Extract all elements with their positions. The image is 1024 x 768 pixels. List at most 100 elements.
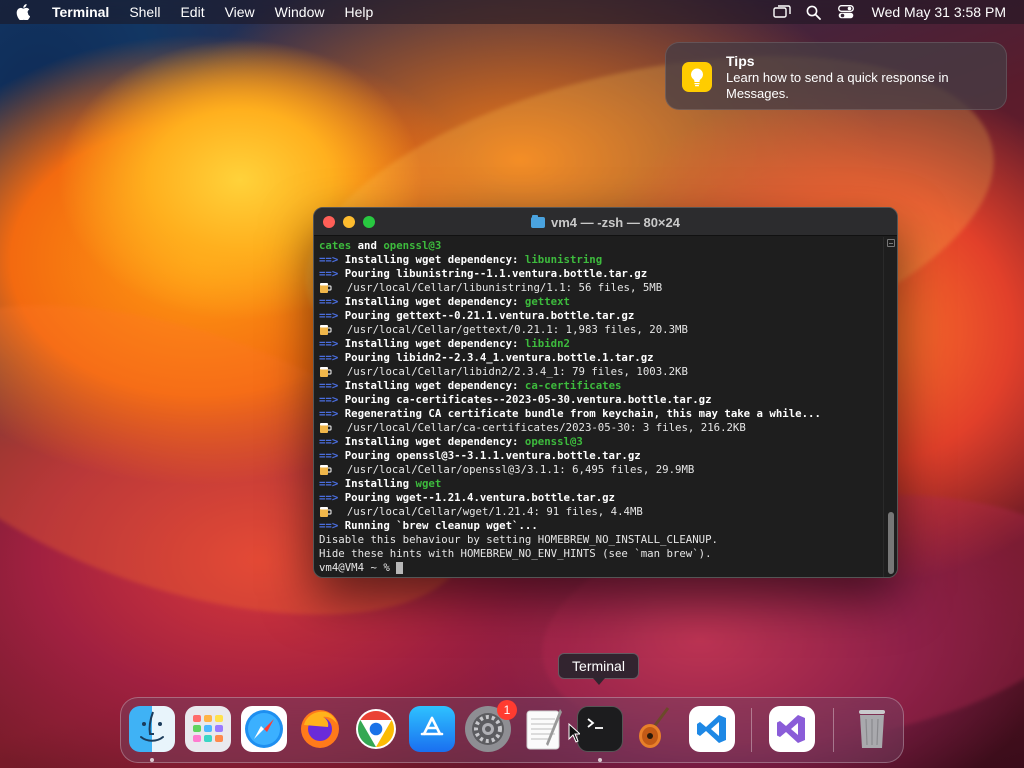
terminal-text: ==>: [319, 267, 345, 280]
terminal-text: Hide these hints with HOMEBREW_NO_ENV_HI…: [319, 547, 712, 560]
folder-icon: [531, 214, 545, 228]
textedit-icon[interactable]: [521, 706, 567, 752]
beer-mug-icon: [319, 281, 334, 295]
visual-studio-icon[interactable]: [769, 706, 815, 752]
terminal-line: vm4@VM4 ~ %: [319, 561, 883, 575]
firefox-icon[interactable]: [297, 706, 343, 752]
terminal-text: ==>: [319, 351, 345, 364]
safari-icon[interactable]: [241, 706, 287, 752]
screen-mirroring-icon[interactable]: [766, 5, 798, 19]
terminal-scrollbar[interactable]: [883, 237, 897, 577]
guitar-icon[interactable]: [633, 706, 679, 752]
terminal-text: ==>: [319, 477, 345, 490]
menu-bar-clock[interactable]: Wed May 31 3:58 PM: [862, 4, 1006, 20]
terminal-text: /usr/local/Cellar/libunistring/1.1: 56 f…: [334, 281, 663, 294]
window-titlebar[interactable]: vm4 — -zsh — 80×24: [314, 208, 897, 236]
terminal-text: libunistring: [524, 253, 603, 266]
finder-icon[interactable]: [129, 706, 175, 752]
terminal-text: Installing wget dependency:: [344, 379, 525, 392]
menu-view[interactable]: View: [215, 0, 265, 24]
terminal-text: ==>: [319, 491, 345, 504]
trash-icon[interactable]: [849, 706, 895, 752]
terminal-line: ==> Regenerating CA certificate bundle f…: [319, 407, 883, 421]
terminal-window[interactable]: vm4 — -zsh — 80×24 cates and openssl@3 ==…: [313, 207, 898, 578]
terminal-text: Installing wget dependency:: [344, 253, 525, 266]
terminal-line: ==> Pouring ca-certificates--2023-05-30.…: [319, 393, 883, 407]
terminal-text: /usr/local/Cellar/libidn2/2.3.4_1: 79 fi…: [334, 365, 688, 378]
notification-badge: 1: [497, 700, 517, 720]
beer-mug-icon: [319, 365, 334, 379]
launchpad-icon[interactable]: [185, 706, 231, 752]
dock-separator: [751, 708, 752, 752]
lightbulb-icon: [682, 62, 712, 92]
spotlight-search-icon[interactable]: [798, 5, 830, 20]
gear-icon[interactable]: 1: [465, 700, 517, 752]
terminal-icon[interactable]: [577, 706, 623, 752]
mouse-pointer-icon: [568, 723, 580, 743]
dock-separator: [833, 708, 834, 752]
menu-help[interactable]: Help: [334, 0, 383, 24]
beer-mug-icon: [319, 505, 334, 519]
terminal-line: ==> Pouring gettext--0.21.1.ventura.bott…: [319, 309, 883, 323]
terminal-text: /usr/local/Cellar/openssl@3/3.1.1: 6,495…: [334, 463, 695, 476]
terminal-line: /usr/local/Cellar/libidn2/2.3.4_1: 79 fi…: [319, 365, 883, 379]
control-center-icon[interactable]: [830, 5, 862, 19]
terminal-text: Installing wget dependency:: [344, 295, 525, 308]
running-indicator: [150, 758, 154, 762]
terminal-line: /usr/local/Cellar/libunistring/1.1: 56 f…: [319, 281, 883, 295]
terminal-text: cates: [319, 239, 358, 252]
terminal-text: Pouring libidn2--2.3.4_1.ventura.bottle.…: [344, 351, 654, 364]
terminal-text: ==>: [319, 253, 345, 266]
beer-mug-icon: [319, 421, 334, 435]
terminal-text: ==>: [319, 435, 345, 448]
notification-body: Learn how to send a quick response in Me…: [726, 70, 949, 101]
menu-edit[interactable]: Edit: [170, 0, 214, 24]
terminal-line: ==> Pouring libunistring--1.1.ventura.bo…: [319, 267, 883, 281]
dock: 1: [120, 697, 904, 763]
terminal-line: /usr/local/Cellar/gettext/0.21.1: 1,983 …: [319, 323, 883, 337]
terminal-line: cates and openssl@3: [319, 239, 883, 253]
terminal-line: /usr/local/Cellar/openssl@3/3.1.1: 6,495…: [319, 463, 883, 477]
split-pane-icon[interactable]: [887, 239, 895, 247]
menu-bar: Terminal Shell Edit View Window Help Wed…: [0, 0, 1024, 24]
vscode-icon[interactable]: [689, 706, 735, 752]
apple-menu-icon[interactable]: [0, 4, 46, 20]
chrome-icon[interactable]: [353, 706, 399, 752]
terminal-text: /usr/local/Cellar/gettext/0.21.1: 1,983 …: [334, 323, 688, 336]
terminal-text: ==>: [319, 393, 345, 406]
terminal-line: ==> Installing wget dependency: gettext: [319, 295, 883, 309]
terminal-line: ==> Pouring wget--1.21.4.ventura.bottle.…: [319, 491, 883, 505]
terminal-text: Installing wget dependency:: [344, 435, 525, 448]
terminal-text: Pouring wget--1.21.4.ventura.bottle.tar.…: [344, 491, 615, 504]
menu-window[interactable]: Window: [265, 0, 335, 24]
beer-mug-icon: [319, 463, 334, 477]
terminal-line: Disable this behaviour by setting HOMEBR…: [319, 533, 883, 547]
terminal-text: ==>: [319, 449, 345, 462]
terminal-line: ==> Installing wget dependency: ca-certi…: [319, 379, 883, 393]
terminal-line: /usr/local/Cellar/ca-certificates/2023-0…: [319, 421, 883, 435]
terminal-line: ==> Installing wget dependency: openssl@…: [319, 435, 883, 449]
terminal-text: wget: [415, 477, 442, 490]
terminal-text: Regenerating CA certificate bundle from …: [344, 407, 821, 420]
terminal-text: Pouring gettext--0.21.1.ventura.bottle.t…: [344, 309, 635, 322]
terminal-line: ==> Running `brew cleanup wget`...: [319, 519, 883, 533]
terminal-text: Installing: [344, 477, 416, 490]
menu-app-name[interactable]: Terminal: [46, 0, 119, 24]
terminal-text: ==>: [319, 337, 345, 350]
scrollbar-thumb[interactable]: [888, 512, 894, 574]
terminal-line: /usr/local/Cellar/wget/1.21.4: 91 files,…: [319, 505, 883, 519]
terminal-text: Installing wget dependency:: [344, 337, 525, 350]
terminal-text: openssl@3: [524, 435, 583, 448]
terminal-text: openssl@3: [383, 239, 442, 252]
terminal-text: libidn2: [524, 337, 570, 350]
menu-shell[interactable]: Shell: [119, 0, 170, 24]
terminal-line: ==> Pouring openssl@3--3.1.1.ventura.bot…: [319, 449, 883, 463]
terminal-text: Running `brew cleanup wget`...: [344, 519, 538, 532]
window-title: vm4 — -zsh — 80×24: [551, 214, 680, 230]
terminal-output[interactable]: cates and openssl@3 ==> Installing wget d…: [314, 237, 883, 577]
tips-notification[interactable]: Tips Learn how to send a quick response …: [665, 42, 1007, 110]
dock-tooltip: Terminal: [558, 653, 639, 685]
terminal-line: Hide these hints with HOMEBREW_NO_ENV_HI…: [319, 547, 883, 561]
terminal-text: and: [357, 239, 384, 252]
app-store-icon[interactable]: [409, 706, 455, 752]
